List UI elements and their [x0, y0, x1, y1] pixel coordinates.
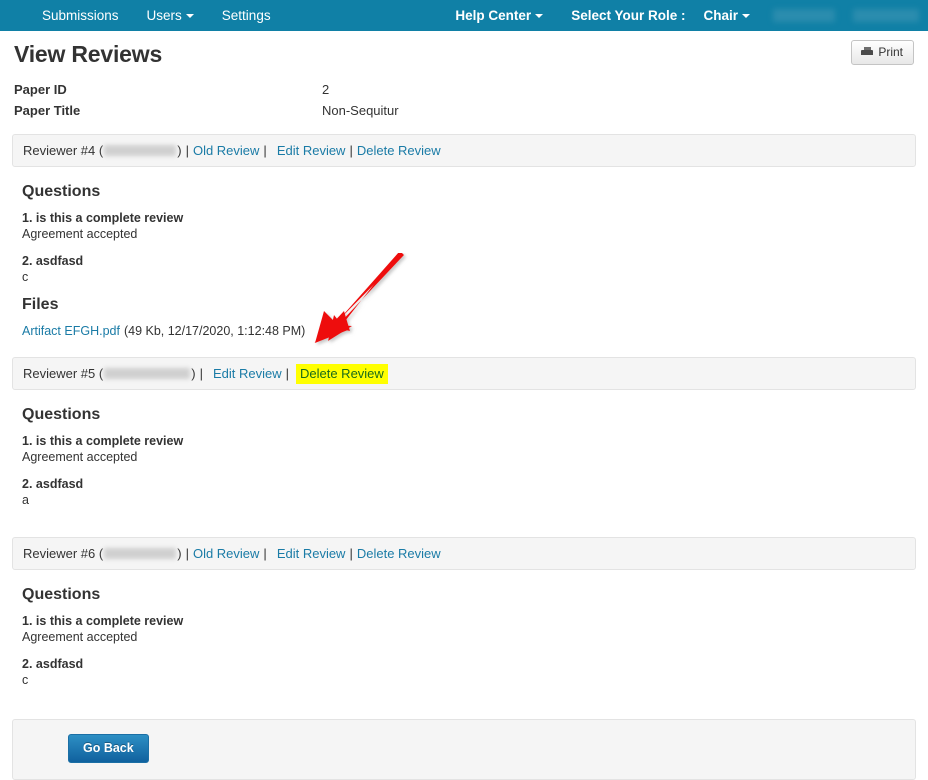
- question-body: is this a complete review: [35, 434, 184, 448]
- redacted-user-name: [773, 9, 835, 22]
- footer-panel: Go Back: [12, 719, 916, 780]
- question-body: is this a complete review: [35, 614, 184, 628]
- reviewer-name-4: Reviewer #4: [23, 143, 96, 158]
- question-number: 2.: [22, 477, 33, 491]
- chevron-down-icon: [742, 14, 750, 18]
- reviewer-body-5: Questions 1. is this a complete review A…: [12, 390, 916, 523]
- paper-title-label: Paper Title: [14, 103, 81, 118]
- question-text-4-1: 1. is this a complete review: [22, 210, 906, 226]
- nav-item-help-center[interactable]: Help Center: [441, 0, 557, 31]
- link-separator: |: [349, 143, 353, 158]
- print-button[interactable]: Print: [851, 40, 914, 65]
- chevron-down-icon: [535, 14, 544, 18]
- printer-icon: [861, 46, 874, 58]
- paren-open: (: [95, 546, 104, 561]
- role-selector-chair[interactable]: Chair: [689, 0, 764, 31]
- select-role-label: Select Your Role :: [571, 8, 686, 23]
- paper-id-value: 2: [322, 82, 330, 97]
- question-answer-5-2: a: [22, 493, 29, 507]
- reviewer-name-6: Reviewer #6: [23, 546, 96, 561]
- file-row-4-1: Artifact EFGH.pdf (49 Kb, 12/17/2020, 1:1…: [22, 323, 906, 339]
- paper-id-row: Paper ID 2: [14, 80, 916, 99]
- link-separator: |: [263, 143, 267, 158]
- reviewer-label-4: Reviewer #4 (): [23, 143, 182, 158]
- question-text-5-1: 1. is this a complete review: [22, 433, 906, 449]
- nav-item-users[interactable]: Users: [133, 0, 208, 31]
- file-meta-artifact-pdf: (49 Kb, 12/17/2020, 1:12:48 PM): [123, 324, 306, 338]
- nav-item-users-label: Users: [146, 8, 182, 23]
- questions-heading-5: Questions: [22, 406, 101, 423]
- reviewer-name-5: Reviewer #5: [23, 366, 96, 381]
- reviewer-body-6: Questions 1. is this a complete review A…: [12, 570, 916, 703]
- reviewer-header-6: Reviewer #6 () | Old Review | Edit Revie…: [12, 537, 916, 570]
- reviewer-body-4: Questions 1. is this a complete review A…: [12, 167, 916, 343]
- question-answer-6-1: Agreement accepted: [22, 630, 138, 644]
- nav-item-submissions[interactable]: Submissions: [28, 0, 133, 31]
- top-navbar: Submissions Users Settings Help Center S…: [0, 0, 928, 31]
- paren-open: (: [95, 143, 104, 158]
- reviewer-header-5: Reviewer #5 () | Edit Review | Delete Re…: [12, 357, 916, 390]
- question-number: 2.: [22, 657, 33, 671]
- old-review-link-reviewer-6[interactable]: Old Review: [193, 546, 259, 561]
- questions-heading-4: Questions: [22, 183, 101, 200]
- reviewer-label-6: Reviewer #6 (): [23, 546, 182, 561]
- link-separator: |: [285, 366, 289, 381]
- questions-heading-6: Questions: [22, 586, 101, 603]
- redacted-reviewer-name-4: [104, 145, 177, 156]
- files-heading-4: Files: [22, 296, 59, 313]
- question-answer-4-1: Agreement accepted: [22, 227, 138, 241]
- reviewer-label-5: Reviewer #5 (): [23, 366, 196, 381]
- question-answer-6-2: c: [22, 673, 29, 687]
- go-back-button[interactable]: Go Back: [68, 734, 149, 763]
- redacted-reviewer-name-6: [104, 548, 177, 559]
- file-link-artifact-pdf[interactable]: Artifact EFGH.pdf: [22, 324, 120, 338]
- paper-id-label: Paper ID: [14, 82, 67, 97]
- role-selector-value: Chair: [703, 8, 738, 23]
- paper-title-row: Paper Title Non-Sequitur: [14, 101, 916, 120]
- question-number: 1.: [22, 614, 33, 628]
- paper-title-value: Non-Sequitur: [322, 103, 399, 118]
- page-header: View Reviews Print: [12, 31, 916, 68]
- delete-review-link-reviewer-5[interactable]: Delete Review: [295, 363, 388, 384]
- paren-open: (: [95, 366, 104, 381]
- delete-review-link-reviewer-4[interactable]: Delete Review: [357, 143, 441, 158]
- print-button-label: Print: [878, 45, 903, 59]
- nav-right-group: Help Center Select Your Role : Chair: [441, 0, 928, 31]
- question-body: is this a complete review: [35, 211, 184, 225]
- question-number: 1.: [22, 211, 33, 225]
- question-text-6-1: 1. is this a complete review: [22, 613, 906, 629]
- question-body: asdfasd: [35, 477, 84, 491]
- reviewer-header-4: Reviewer #4 () | Old Review | Edit Revie…: [12, 134, 916, 167]
- link-separator: |: [185, 143, 189, 158]
- page-container: View Reviews Print Paper ID 2 Paper Titl…: [0, 31, 928, 780]
- nav-left-group: Submissions Users Settings: [28, 0, 285, 31]
- delete-review-link-reviewer-6[interactable]: Delete Review: [357, 546, 441, 561]
- redacted-user-action: [853, 9, 919, 22]
- edit-review-link-reviewer-6[interactable]: Edit Review: [277, 546, 346, 561]
- link-separator: |: [349, 546, 353, 561]
- nav-item-settings[interactable]: Settings: [208, 0, 285, 31]
- question-text-4-2: 2. asdfasd: [22, 253, 906, 269]
- edit-review-link-reviewer-5[interactable]: Edit Review: [213, 366, 282, 381]
- link-separator: |: [199, 366, 203, 381]
- redacted-reviewer-name-5: [104, 368, 191, 379]
- page-title: View Reviews: [14, 41, 163, 67]
- question-body: asdfasd: [35, 657, 84, 671]
- question-answer-4-2: c: [22, 270, 29, 284]
- question-number: 2.: [22, 254, 33, 268]
- old-review-link-reviewer-4[interactable]: Old Review: [193, 143, 259, 158]
- edit-review-link-reviewer-4[interactable]: Edit Review: [277, 143, 346, 158]
- question-answer-5-1: Agreement accepted: [22, 450, 138, 464]
- question-number: 1.: [22, 434, 33, 448]
- chevron-down-icon: [185, 14, 194, 18]
- help-center-label: Help Center: [455, 8, 532, 23]
- question-body: asdfasd: [35, 254, 84, 268]
- question-text-6-2: 2. asdfasd: [22, 656, 906, 672]
- link-separator: |: [185, 546, 189, 561]
- link-separator: |: [263, 546, 267, 561]
- question-text-5-2: 2. asdfasd: [22, 476, 906, 492]
